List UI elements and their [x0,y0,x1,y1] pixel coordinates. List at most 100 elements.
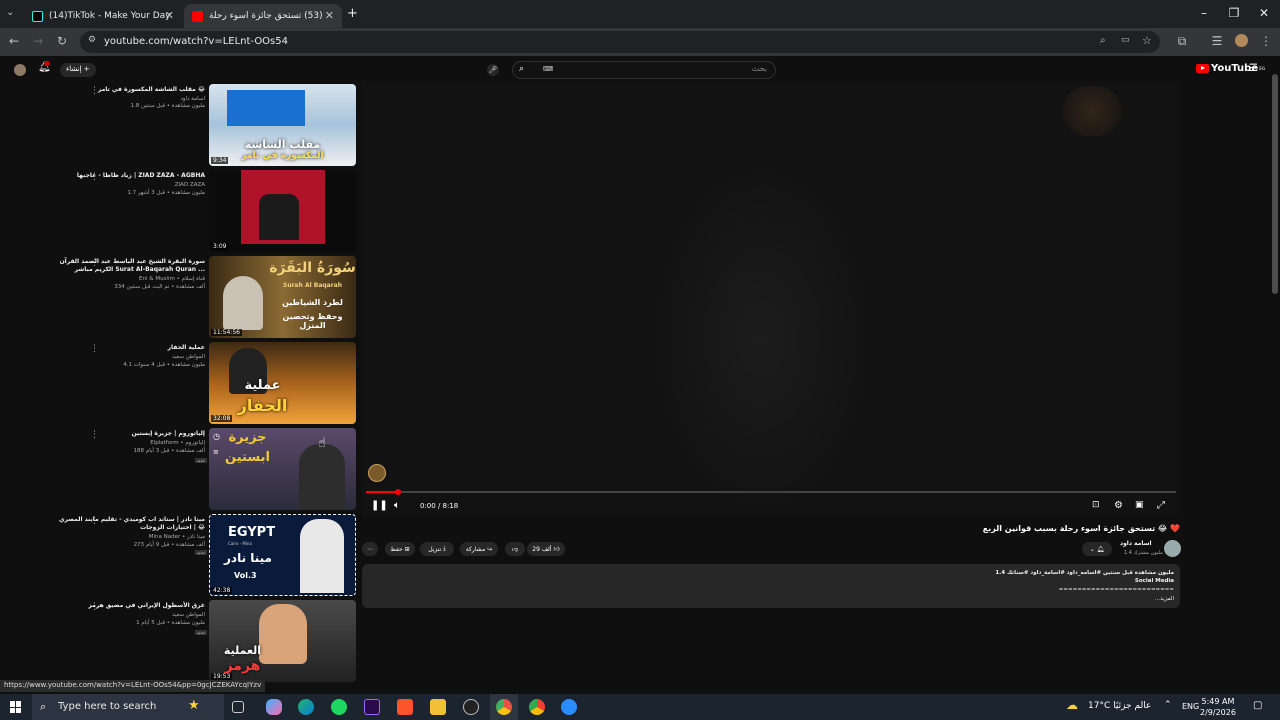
new-badge: جديد [195,458,207,463]
browser-menu-icon[interactable]: ⋮ [1258,34,1274,48]
share-button[interactable]: مشاركة ↪ [460,542,498,556]
thumbnail[interactable]: سُورَةُ البَقَرَة Surah Al Baqarah لطرد … [209,256,356,338]
restore-button[interactable]: ❐ [1224,6,1244,20]
guide-menu-icon[interactable]: ☰ [1249,63,1258,74]
captions-icon[interactable]: ⊡ [1092,500,1100,510]
back-icon[interactable]: ← [6,34,22,48]
channel-name[interactable]: المواطن سعيد [172,612,205,618]
save-button[interactable]: حفظ ⊞ [385,542,415,556]
video-title[interactable]: مينا نادر | ستاند اب كوميدي - تقليم ماين… [55,516,205,532]
channel-name[interactable]: اسامة داود [180,96,205,102]
profile-avatar[interactable] [1235,34,1248,47]
spotify-icon[interactable] [331,699,347,715]
bookmark-star-icon[interactable]: ☆ [1142,34,1152,47]
window-close-button[interactable]: ✕ [1254,6,1274,20]
channel-avatar[interactable] [1164,540,1181,557]
settings-icon[interactable]: ⚙ [1114,500,1123,511]
cast-icon[interactable]: ▭ [1121,35,1130,45]
brave-icon[interactable] [397,699,413,715]
clock[interactable]: 5:49 AM 2/9/2026 [1200,696,1236,718]
forward-icon[interactable]: → [30,34,46,48]
extensions-icon[interactable]: ⧉ [1174,34,1190,49]
video-title[interactable]: سورة البقرة الشيخ عبد الباسط عبد الصمد ا… [55,258,205,274]
show-more-link[interactable]: ...المزيد [1155,596,1174,602]
volume-icon[interactable]: 🔈︎ [394,500,400,511]
language-indicator[interactable]: ENG [1182,702,1199,711]
logo-region: EG [1259,66,1266,71]
dislike-button[interactable]: 👎︎ [505,542,525,556]
notification-center-icon[interactable]: ▢ [1253,700,1262,711]
app-icon[interactable] [463,699,479,715]
more-actions-icon[interactable]: ⋯ [362,542,378,556]
list-item[interactable]: ⋮ مينا نادر | ستاند اب كوميدي - تقليم ما… [0,514,360,598]
list-item[interactable]: ⋮ غرق الأسطول الإيراني في مضيق هرمز المو… [0,600,360,684]
list-item[interactable]: ⋮ سورة البقرة الشيخ عبد الباسط عبد الصمد… [0,256,360,340]
start-windows-icon[interactable] [10,701,22,713]
description-box[interactable]: 1.4 مليون مشاهدة قبل سنتين #اسامه_داود #… [362,564,1180,608]
thumbnail[interactable]: ◷ ≡ جزيرة ابستين [209,428,356,510]
taskbar-search-input[interactable]: ⌕ Type here to search ★ [32,694,224,720]
channel-name[interactable]: Elplatform • إلياتوروم [150,440,205,446]
list-item[interactable]: ⋮ عملية الحفار المواطن سعيد 4.1 مليون مش… [0,342,360,426]
account-avatar[interactable] [14,64,26,76]
thumbnail[interactable]: العملية هرمز [209,600,356,682]
pause-icon[interactable]: ❚❚ [371,500,388,511]
channel-name[interactable]: Eni & Muslim • قناة إسلام [139,276,205,282]
miniplayer-icon[interactable]: ▣ [1135,500,1144,510]
channel-name-main[interactable]: اسامة داود [1120,540,1152,547]
video-title[interactable]: إلياتوروم | جزيرة إبستين [55,430,205,438]
copilot-icon[interactable] [266,699,282,715]
minimize-button[interactable]: – [1194,6,1214,20]
keyboard-icon[interactable]: ⌨ [543,65,553,73]
tab-youtube[interactable]: (53) تستحق جائزة اسوء رحلة ✕ [184,4,342,28]
thumb-text: Surah Al Baqarah [283,282,342,289]
tray-chevron-icon[interactable]: ⌃ [1164,700,1172,710]
weather-text[interactable]: 17°C عالم جزئيًا [1088,701,1151,711]
thumbnail[interactable]: EGYPT Cairo - Mina مينا نادر Vol.3 [209,514,356,596]
tab-search-icon[interactable]: ☰ [1209,34,1225,48]
search-icon[interactable]: ⌕ [519,64,524,74]
premiere-icon[interactable] [364,699,380,715]
new-tab-button[interactable]: + [347,6,358,21]
chrome-profile-icon[interactable] [529,699,545,715]
fullscreen-icon[interactable]: ⤢ [1157,500,1165,511]
list-item[interactable]: ⋮ إلياتوروم | جزيرة إبستين Elplatform • … [0,428,360,512]
reload-icon[interactable]: ↻ [54,34,70,48]
search-input[interactable]: ⌕ ⌨ بحث [512,61,776,79]
app-blue-icon[interactable] [561,699,577,715]
thumbnail[interactable] [209,170,356,252]
file-explorer-icon[interactable] [430,699,446,715]
site-info-icon[interactable]: ⚙ [88,35,96,45]
video-title[interactable]: غرق الأسطول الإيراني في مضيق هرمز [55,602,205,610]
channel-name[interactable]: Mina Nader • مينا نادر [149,534,205,540]
close-icon[interactable]: ✕ [325,9,334,22]
new-badge: جديد [195,550,207,555]
video-title[interactable]: زياد ظاظا - عاجبها | ZIAD ZAZA - AGBHA [55,172,205,180]
channel-name[interactable]: ZIAD ZAZA [175,182,205,188]
thumbnail[interactable]: مقلب الشاشة المكسورة في تامر [209,84,356,166]
download-button[interactable]: تنزيل ⤓ [420,542,454,556]
video-player[interactable] [362,82,1180,516]
video-title[interactable]: مقلب الشاشة المكسورة في تامر 😂 [55,86,205,94]
thumbnail[interactable]: عملية الحفار [209,342,356,424]
video-title[interactable]: عملية الحفار [55,344,205,352]
subscribed-button[interactable]: ⌄ 🔔︎ [1082,542,1112,556]
tab-tiktok[interactable]: (14)TikTok - Make Your Day ✕ [24,4,182,28]
list-item[interactable]: ⋮ مقلب الشاشة المكسورة في تامر 😂 اسامة د… [0,84,360,168]
like-button[interactable]: 29 ألف 👍︎ [527,542,565,556]
thumb-text: هرمز [224,658,261,674]
mouse-cursor: ☝ [318,436,326,451]
progress-bar[interactable] [366,491,1176,493]
address-bar[interactable]: ⚙ youtube.com/watch?v=LELnt-OOs54 ⌕ ▭ ☆ [80,31,1160,53]
task-view-icon[interactable] [232,701,244,713]
close-icon[interactable]: ✕ [165,9,174,22]
voice-search-icon[interactable]: 🎤︎ [487,64,499,76]
channel-avatar-overlay[interactable] [368,464,386,482]
zoom-icon[interactable]: ⌕ [1100,35,1106,46]
tab-search-icon[interactable]: ⌄ [6,7,14,18]
create-button[interactable]: إنشاء + [60,63,96,77]
edge-icon[interactable] [298,699,314,715]
channel-name[interactable]: المواطن سعيد [172,354,205,360]
list-item[interactable]: ⋮ زياد ظاظا - عاجبها | ZIAD ZAZA - AGBHA… [0,170,360,254]
scrollbar-thumb[interactable] [1272,74,1278,294]
